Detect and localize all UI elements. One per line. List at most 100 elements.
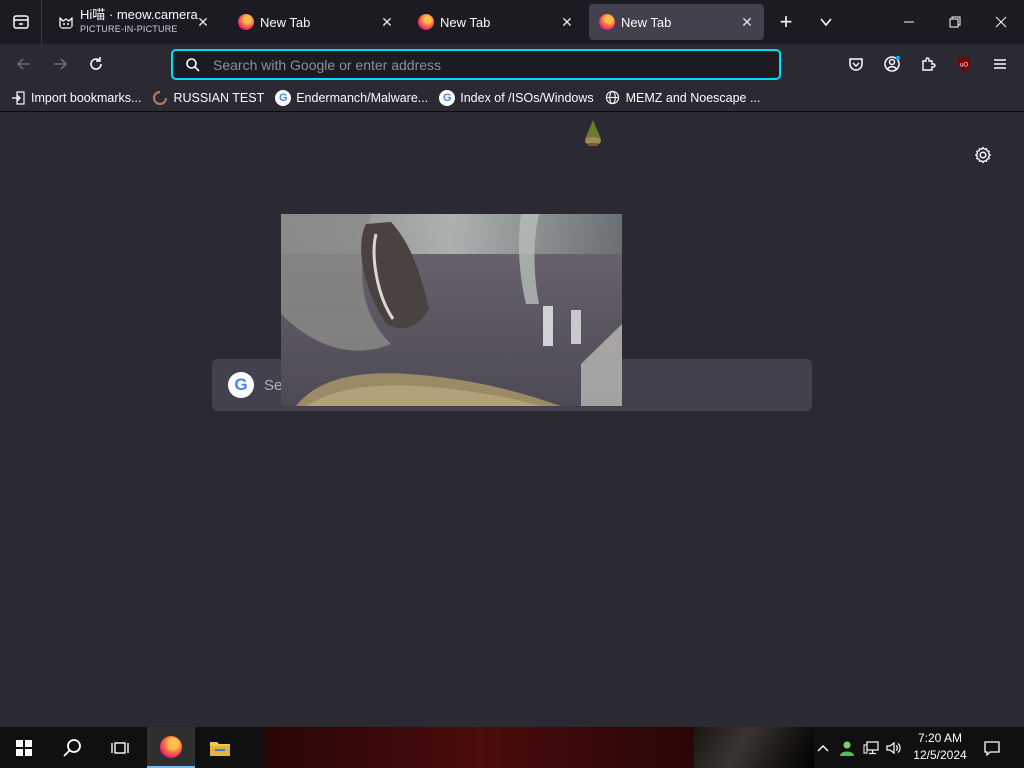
tab-meow-camera[interactable]: Hi喵 · meow.camera PICTURE-IN-PICTURE ✕	[48, 4, 220, 40]
svg-text:uO: uO	[960, 63, 968, 69]
tab-new-tab-active[interactable]: New Tab ✕	[589, 4, 764, 40]
bookmarks-toolbar: Import bookmarks... RUSSIAN TEST G Ender…	[0, 84, 1024, 112]
search-icon	[63, 738, 81, 757]
tab-title: Hi喵 · meow.camera	[80, 8, 198, 22]
puzzle-icon	[922, 57, 936, 71]
firefox-icon	[599, 14, 615, 30]
tab-title: New Tab	[621, 14, 672, 30]
bookmark-index-isos[interactable]: G Index of /ISOs/Windows	[439, 89, 594, 106]
new-tab-page: G Se	[0, 113, 1024, 727]
volume-button[interactable]	[883, 727, 905, 768]
hamburger-menu-icon	[994, 59, 1006, 69]
bookmark-endermanch[interactable]: G Endermanch/Malware...	[275, 89, 429, 106]
firefox-icon	[238, 14, 254, 30]
extensions-button[interactable]	[912, 48, 944, 80]
taskbar-file-explorer[interactable]	[196, 727, 244, 768]
picture-in-picture-video[interactable]	[281, 214, 622, 406]
google-icon: G	[439, 89, 456, 106]
minimize-button[interactable]	[886, 0, 932, 44]
arrow-left-icon	[16, 58, 30, 70]
forward-button[interactable]	[44, 48, 76, 80]
ublock-shield-icon: uO	[958, 57, 970, 71]
windows-taskbar: 7:20 AM 12/5/2024	[0, 727, 1024, 768]
tab-new-tab-1[interactable]: New Tab ✕	[228, 4, 404, 40]
clock-time: 7:20 AM	[917, 731, 963, 745]
firefox-view-button[interactable]	[0, 0, 42, 44]
chevron-up-icon	[817, 744, 829, 751]
windows-logo-icon	[16, 739, 32, 756]
start-button[interactable]	[0, 727, 48, 768]
network-button[interactable]	[860, 727, 882, 768]
close-tab-icon[interactable]: ✕	[194, 13, 212, 31]
search-icon	[186, 57, 200, 72]
bookmark-russian-test[interactable]: RUSSIAN TEST	[152, 90, 264, 106]
clock-date: 12/5/2024	[913, 748, 967, 762]
bookmark-memz[interactable]: MEMZ and Noescape ...	[605, 90, 761, 106]
ublock-button[interactable]: uO	[948, 48, 980, 80]
close-tab-icon[interactable]: ✕	[738, 13, 756, 31]
close-tab-icon[interactable]: ✕	[558, 13, 576, 31]
bookmark-import[interactable]: Import bookmarks...	[10, 90, 141, 106]
tab-strip: Hi喵 · meow.camera PICTURE-IN-PICTURE ✕ N…	[0, 0, 1024, 44]
folder-icon	[210, 741, 230, 756]
restore-icon	[949, 16, 961, 28]
bookmark-label: RUSSIAN TEST	[173, 90, 265, 105]
personalize-button[interactable]	[970, 142, 996, 168]
close-icon	[995, 16, 1007, 28]
bookmark-label: Index of /ISOs/Windows	[460, 90, 594, 105]
cat-icon	[59, 16, 73, 29]
speaker-icon	[886, 741, 901, 754]
user-tray-icon	[840, 741, 854, 756]
firefox-icon	[418, 14, 434, 30]
globe-icon	[605, 90, 621, 106]
new-tab-button[interactable]: +	[766, 0, 806, 44]
desktop-wallpaper-strip	[694, 727, 814, 768]
menu-button[interactable]	[984, 48, 1016, 80]
tab-new-tab-2[interactable]: New Tab ✕	[408, 4, 584, 40]
video-frame-image	[281, 214, 622, 406]
taskbar-firefox[interactable]	[147, 727, 195, 768]
notification-icon	[984, 740, 1000, 756]
account-icon	[884, 55, 901, 72]
tab-subtitle: PICTURE-IN-PICTURE	[80, 24, 178, 34]
tab-title: New Tab	[260, 14, 311, 30]
firefox-icon	[160, 735, 182, 758]
restore-button[interactable]	[932, 0, 978, 44]
close-tab-icon[interactable]: ✕	[378, 13, 396, 31]
reload-icon	[90, 57, 102, 70]
bookmark-label: Endermanch/Malware...	[296, 90, 429, 105]
bookmark-label: MEMZ and Noescape ...	[625, 90, 761, 105]
site-icon	[152, 90, 168, 106]
import-icon	[10, 90, 26, 106]
search-placeholder: Se	[264, 376, 283, 394]
tray-user-icon-button[interactable]	[836, 727, 858, 768]
clock[interactable]: 7:20 AM 12/5/2024	[905, 730, 975, 764]
plus-icon: +	[779, 9, 793, 34]
network-icon	[863, 740, 879, 754]
minimize-icon	[904, 21, 914, 23]
back-button[interactable]	[8, 48, 40, 80]
list-all-tabs-button[interactable]	[806, 0, 846, 44]
gnome-figure-icon	[585, 120, 601, 146]
tab-title: New Tab	[440, 14, 491, 30]
url-bar[interactable]	[171, 49, 781, 80]
chevron-down-icon	[820, 18, 832, 27]
close-window-button[interactable]	[978, 0, 1024, 44]
account-button[interactable]	[876, 48, 908, 80]
show-hidden-icons-button[interactable]	[812, 727, 834, 768]
google-logo-icon: G	[228, 372, 254, 398]
firefox-view-icon	[12, 15, 29, 29]
action-center-button[interactable]	[978, 727, 1006, 768]
desktop-wallpaper-strip	[264, 727, 694, 768]
reload-button[interactable]	[80, 48, 112, 80]
pocket-button[interactable]	[840, 48, 872, 80]
bookmark-label: Import bookmarks...	[31, 90, 142, 105]
search-button[interactable]	[48, 727, 96, 768]
nav-bar: uO	[0, 44, 1024, 84]
google-icon: G	[275, 89, 292, 106]
gear-icon	[975, 146, 991, 164]
arrow-right-icon	[54, 58, 68, 70]
task-view-button[interactable]	[96, 727, 144, 768]
task-view-icon	[111, 741, 129, 754]
url-input[interactable]	[213, 56, 779, 73]
